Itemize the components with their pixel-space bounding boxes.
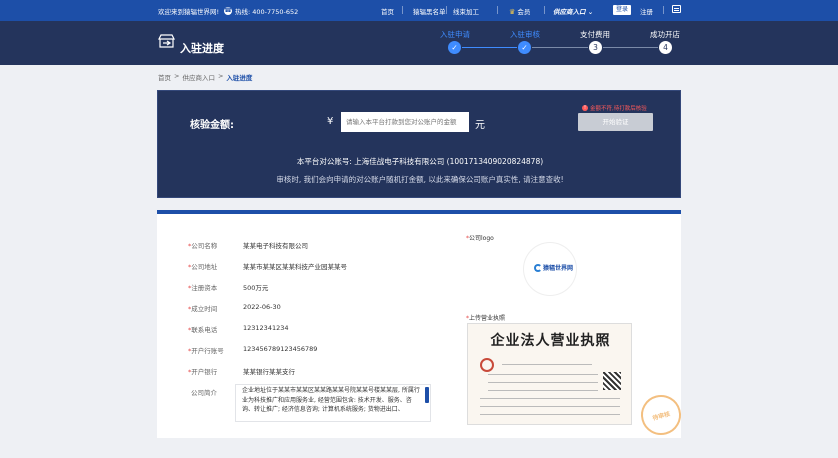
- breadcrumb-separator: >: [217, 72, 224, 80]
- license-label: *上传营业执照: [466, 315, 506, 322]
- business-license-image: 企业法人营业执照: [467, 323, 632, 425]
- logo-swoosh-icon: [534, 263, 542, 272]
- nav-ranking-link[interactable]: 猿辐黑名单: [413, 6, 446, 16]
- scrollbar[interactable]: [425, 387, 429, 403]
- error-message: ! 金额不符,待打款后核验: [582, 104, 647, 112]
- field-label: *开户银行: [188, 368, 218, 376]
- amount-input[interactable]: [341, 112, 469, 132]
- field-label: *开户行账号: [188, 347, 224, 355]
- field-label: *公司地址: [188, 263, 218, 271]
- step-4-number: 4: [659, 41, 672, 54]
- qr-code-icon: [603, 372, 621, 390]
- check-icon: ✓: [448, 41, 461, 54]
- field-value: 2022-06-30: [243, 303, 281, 311]
- divider: [663, 6, 664, 14]
- top-bar: 欢迎来到猿辐世界网! ☎ 热线: 400-7750-652 首页 猿辐黑名单 线…: [0, 0, 838, 21]
- supplier-entry-link[interactable]: 供应商入口 ⌄: [553, 6, 593, 16]
- field-value: 12312341234: [243, 324, 289, 332]
- license-emblem-icon: [480, 358, 494, 372]
- divider: [544, 6, 545, 14]
- divider: [497, 6, 498, 14]
- register-link[interactable]: 注册: [640, 6, 653, 16]
- step-3-label: 支付费用: [580, 30, 610, 39]
- logo-label: *公司logo: [466, 235, 494, 242]
- login-button[interactable]: 登录: [613, 5, 631, 15]
- breadcrumb-entry[interactable]: 供应商入口: [182, 72, 215, 82]
- logo-mark: 猿辐世界网: [534, 263, 573, 272]
- progress-steps: 入驻申请 ✓ 入驻审核 ✓ 支付费用 3 成功开店 4: [0, 21, 838, 65]
- field-label: *注册资本: [188, 284, 218, 292]
- message-icon[interactable]: [672, 5, 681, 13]
- nav-process-link[interactable]: 线束加工: [453, 6, 479, 16]
- start-verify-button[interactable]: 开始验证: [578, 113, 653, 131]
- field-value: 某某市某某区某某科技产业园某某号: [243, 263, 347, 271]
- welcome-text: 欢迎来到猿辐世界网!: [158, 8, 220, 16]
- field-label: *公司名称: [188, 242, 218, 250]
- step-connector: [532, 47, 588, 48]
- license-line: [480, 414, 620, 415]
- amount-unit: 元: [475, 120, 485, 131]
- license-line: [480, 398, 620, 399]
- phone-icon: ☎: [224, 7, 232, 15]
- supplier-entry-label: 供应商入口: [553, 8, 586, 16]
- license-line: [488, 374, 598, 375]
- amount-label: 核验金额:: [190, 120, 234, 131]
- breadcrumb-current: 入驻进度: [226, 74, 253, 82]
- company-intro-box[interactable]: 企业地址位于某某市某某区某某路某某号院某某号楼某某层, 所属行业为科技推广和应用…: [235, 384, 431, 422]
- field-value: 某某电子科技有限公司: [243, 242, 308, 250]
- logo-text: 猿辐世界网: [543, 265, 574, 272]
- intro-text: 企业地址位于某某市某某区某某路某某号院某某号楼某某层, 所属行业为科技推广和应用…: [242, 387, 420, 413]
- breadcrumb-home[interactable]: 首页: [158, 72, 171, 82]
- hotline-text: 热线: 400-7750-652: [235, 8, 299, 16]
- chevron-down-icon: ⌄: [587, 8, 594, 16]
- nav-home-link[interactable]: 首页: [381, 6, 394, 16]
- company-info-panel: *公司名称 某某电子科技有限公司 *公司地址 某某市某某区某某科技产业园某某号 …: [157, 210, 686, 440]
- field-label: *成立时间: [188, 305, 218, 313]
- step-3-number: 3: [589, 41, 602, 54]
- pending-review-stamp: 待审核: [636, 390, 686, 440]
- error-icon: !: [582, 105, 588, 111]
- member-label: 会员: [517, 8, 531, 16]
- license-title: 企业法人营业执照: [490, 333, 611, 349]
- check-icon: ✓: [518, 41, 531, 54]
- license-line: [480, 406, 620, 407]
- step-connector: [603, 47, 658, 48]
- currency-symbol: ¥: [327, 116, 334, 127]
- license-line: [502, 364, 592, 365]
- company-logo: 猿辐世界网: [524, 243, 576, 295]
- license-line: [488, 382, 598, 383]
- step-2-label: 入驻审核: [510, 30, 540, 39]
- crown-icon: ♛: [509, 8, 516, 16]
- divider: [446, 6, 447, 14]
- header: 入驻进度 入驻申请 ✓ 入驻审核 ✓ 支付费用 3 成功开店 4: [0, 21, 838, 65]
- license-line: [488, 390, 598, 391]
- field-value: 500万元: [243, 284, 269, 292]
- step-connector: [462, 47, 517, 48]
- verify-notice: 审核时, 我们会向申请的对公账户随机打金额, 以此来确保公司账户真实性, 请注意…: [276, 175, 564, 184]
- step-1-label: 入驻申请: [440, 30, 470, 39]
- field-value: 123456789123456789: [243, 345, 318, 353]
- platform-account: 本平台对公账号: 上海佳战电子科技有限公司 (10017134090208248…: [296, 157, 544, 166]
- field-value: 某某银行某某支行: [243, 368, 295, 376]
- field-label: *联系电话: [188, 326, 218, 334]
- verify-panel: 核验金额: ¥ 元 ! 金额不符,待打款后核验 开始验证 本平台对公账号: 上海…: [157, 90, 681, 198]
- error-text: 金额不符,待打款后核验: [590, 106, 647, 112]
- breadcrumb: 首页 > 供应商入口 > 入驻进度: [158, 72, 252, 82]
- nav-member-link[interactable]: ♛ 会员: [509, 6, 530, 16]
- breadcrumb-separator: >: [174, 72, 180, 80]
- step-4-label: 成功开店: [650, 30, 680, 39]
- hotline: ☎ 热线: 400-7750-652: [224, 6, 298, 16]
- divider: [402, 6, 403, 14]
